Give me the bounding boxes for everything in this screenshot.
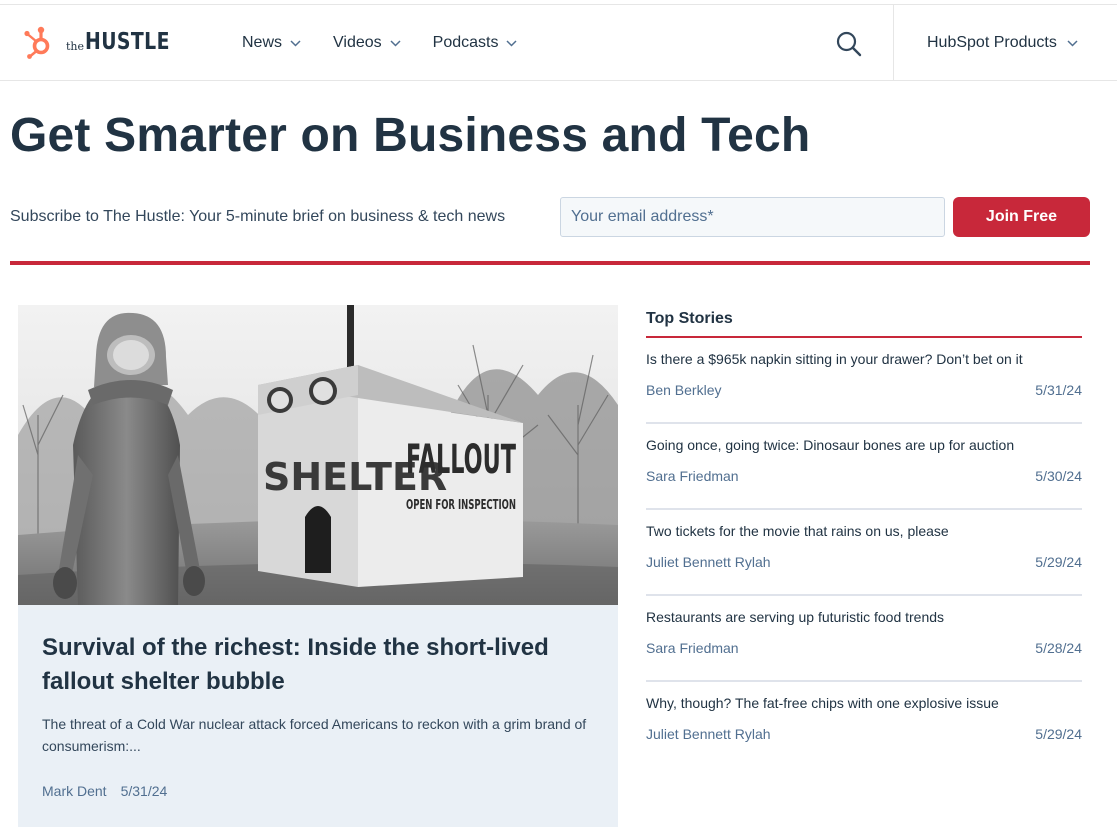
featured-story-excerpt: The threat of a Cold War nuclear attack … [42, 716, 587, 754]
featured-story-image[interactable]: SHELTER FALLOUT OPEN FOR INSPECTION [18, 305, 618, 605]
top-stories-panel: Top Stories Is there a $965k napkin sitt… [646, 305, 1082, 768]
story-title[interactable]: Why, though? The fat-free chips with one… [646, 695, 999, 711]
subscribe-text: Subscribe to The Hustle: Your 5-minute b… [10, 208, 506, 225]
story-author: Ben Berkley [646, 382, 722, 398]
image-sign-fallout: FALLOUT [406, 437, 516, 483]
story-title[interactable]: Two tickets for the movie that rains on … [646, 523, 949, 539]
featured-story-date: 5/31/24 [120, 783, 168, 799]
search-icon [836, 31, 862, 57]
story-date: 5/31/24 [1035, 382, 1082, 398]
nav-item-label: Podcasts [432, 34, 499, 51]
nav-item-videos[interactable]: Videos [333, 34, 401, 52]
logo-the-text: the [66, 39, 85, 53]
nav-item-podcasts[interactable]: Podcasts [433, 34, 518, 52]
join-free-button[interactable]: Join Free [953, 197, 1090, 237]
chevron-down-icon [506, 39, 517, 47]
story-date: 5/29/24 [1035, 554, 1082, 570]
story-author: Juliet Bennett Rylah [646, 554, 771, 570]
story-title[interactable]: Going once, going twice: Dinosaur bones … [646, 437, 1014, 453]
featured-story-card[interactable]: SHELTER FALLOUT OPEN FOR INSPECTION Surv… [18, 305, 618, 827]
nav-item-news[interactable]: News [242, 34, 301, 52]
story-date: 5/30/24 [1035, 468, 1082, 484]
site-logo[interactable]: the HUSTLE [22, 25, 189, 59]
page-headline: Get Smarter on Business and Tech [10, 109, 811, 162]
story-author: Sara Friedman [646, 468, 739, 484]
story-title[interactable]: Restaurants are serving up futuristic fo… [646, 609, 944, 625]
hubspot-sprocket-icon [24, 26, 50, 59]
story-title[interactable]: Is there a $965k napkin sitting in your … [646, 351, 1023, 367]
nav-item-label: Videos [333, 34, 382, 51]
list-item[interactable]: Two tickets for the movie that rains on … [646, 510, 1082, 596]
products-label: HubSpot Products [927, 34, 1057, 51]
featured-story-author: Mark Dent [42, 783, 107, 799]
chevron-down-icon [390, 39, 401, 47]
list-item[interactable]: Restaurants are serving up futuristic fo… [646, 596, 1082, 682]
email-field[interactable] [560, 197, 945, 237]
story-date: 5/29/24 [1035, 726, 1082, 742]
chevron-down-icon [1067, 39, 1078, 47]
story-author: Juliet Bennett Rylah [646, 726, 771, 742]
hubspot-products-menu[interactable]: HubSpot Products [927, 5, 1078, 81]
list-item[interactable]: Why, though? The fat-free chips with one… [646, 682, 1082, 768]
logo-hustle-text: HUSTLE [85, 29, 170, 55]
list-item[interactable]: Is there a $965k napkin sitting in your … [646, 338, 1082, 424]
section-divider [10, 261, 1090, 265]
top-stories-heading: Top Stories [646, 305, 1082, 338]
image-sign-inspection: OPEN FOR INSPECTION [406, 498, 516, 513]
story-date: 5/28/24 [1035, 640, 1082, 656]
chevron-down-icon [290, 39, 301, 47]
main-nav: News Videos Podcasts [242, 5, 549, 81]
featured-story-title[interactable]: Survival of the richest: Inside the shor… [42, 631, 602, 699]
featured-story-meta: Mark Dent 5/31/24 [42, 783, 167, 799]
header-divider [893, 5, 894, 81]
search-button[interactable] [835, 30, 863, 58]
story-author: Sara Friedman [646, 640, 739, 656]
nav-item-label: News [242, 34, 283, 51]
list-item[interactable]: Going once, going twice: Dinosaur bones … [646, 424, 1082, 510]
site-header: the HUSTLE News Videos Podcasts HubSpot … [0, 4, 1117, 81]
